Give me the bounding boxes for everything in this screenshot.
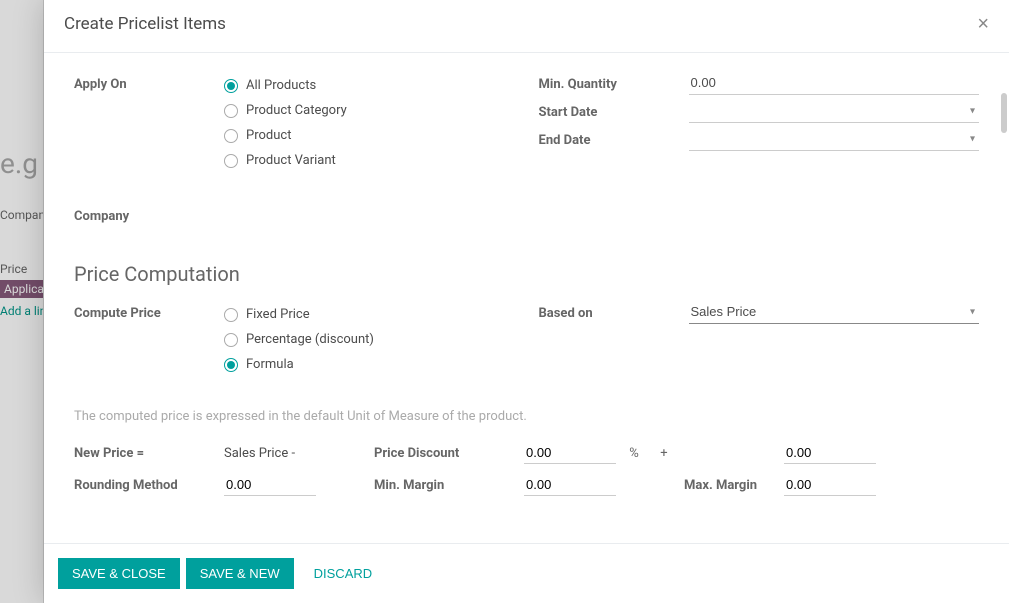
compute-formula-radio[interactable]: [224, 358, 238, 372]
rounding-label: Rounding Method: [74, 478, 224, 493]
compute-percentage[interactable]: Percentage (discount): [224, 327, 515, 352]
apply-on-category-radio[interactable]: [224, 104, 238, 118]
discard-button[interactable]: DISCARD: [300, 558, 387, 589]
apply-on-variant-label: Product Variant: [246, 153, 336, 168]
compute-price-group: Fixed Price Percentage (discount) Formul…: [224, 300, 515, 377]
start-date-label: Start Date: [539, 99, 689, 120]
modal-body: Apply On All Products Product Category: [44, 53, 1009, 543]
max-margin-label: Max. Margin: [684, 478, 784, 493]
apply-on-category[interactable]: Product Category: [224, 98, 515, 123]
percent-symbol: %: [624, 446, 644, 461]
help-text: The computed price is expressed in the d…: [74, 409, 979, 424]
create-pricelist-modal: Create Pricelist Items × Apply On All Pr…: [44, 0, 1009, 603]
compute-percentage-label: Percentage (discount): [246, 332, 374, 347]
compute-percentage-radio[interactable]: [224, 333, 238, 347]
apply-on-group: All Products Product Category Product: [224, 71, 515, 173]
new-price-label: New Price =: [74, 446, 224, 461]
compute-formula[interactable]: Formula: [224, 352, 515, 377]
price-discount-input[interactable]: [524, 442, 616, 464]
compute-fixed-radio[interactable]: [224, 308, 238, 322]
compute-fixed-label: Fixed Price: [246, 307, 310, 322]
min-margin-input[interactable]: [524, 474, 616, 496]
surcharge-input[interactable]: [784, 442, 876, 464]
apply-on-all-radio[interactable]: [224, 79, 238, 93]
apply-on-label: Apply On: [74, 71, 224, 92]
rounding-input[interactable]: [224, 474, 316, 496]
save-new-button[interactable]: SAVE & NEW: [186, 558, 294, 589]
price-discount-label: Price Discount: [374, 446, 524, 461]
end-date-input[interactable]: [689, 127, 980, 151]
based-on-select[interactable]: [689, 300, 980, 324]
apply-on-product[interactable]: Product: [224, 123, 515, 148]
apply-on-category-label: Product Category: [246, 103, 347, 118]
compute-price-label: Compute Price: [74, 300, 224, 321]
formula-grid: New Price = Sales Price - Price Discount…: [74, 442, 979, 496]
modal-footer: SAVE & CLOSE SAVE & NEW DISCARD: [44, 543, 1009, 603]
start-date-input[interactable]: [689, 99, 980, 123]
save-close-button[interactable]: SAVE & CLOSE: [58, 558, 180, 589]
compute-fixed[interactable]: Fixed Price: [224, 302, 515, 327]
min-quantity-label: Min. Quantity: [539, 71, 689, 92]
apply-on-all-label: All Products: [246, 78, 316, 93]
apply-on-variant[interactable]: Product Variant: [224, 148, 515, 173]
apply-on-product-label: Product: [246, 128, 291, 143]
end-date-label: End Date: [539, 127, 689, 148]
scrollbar[interactable]: [1001, 93, 1007, 133]
modal-header: Create Pricelist Items ×: [44, 0, 1009, 53]
min-quantity-input[interactable]: [689, 71, 980, 95]
close-button[interactable]: ×: [977, 14, 989, 34]
max-margin-input[interactable]: [784, 474, 876, 496]
new-price-base: Sales Price -: [224, 446, 374, 461]
apply-on-product-radio[interactable]: [224, 129, 238, 143]
compute-formula-label: Formula: [246, 357, 294, 372]
plus-symbol: +: [644, 446, 684, 461]
min-margin-label: Min. Margin: [374, 478, 524, 493]
apply-on-all-products[interactable]: All Products: [224, 73, 515, 98]
company-label: Company: [74, 203, 224, 224]
modal-title: Create Pricelist Items: [64, 14, 226, 34]
based-on-label: Based on: [539, 300, 689, 321]
price-computation-title: Price Computation: [74, 262, 979, 286]
apply-on-variant-radio[interactable]: [224, 154, 238, 168]
